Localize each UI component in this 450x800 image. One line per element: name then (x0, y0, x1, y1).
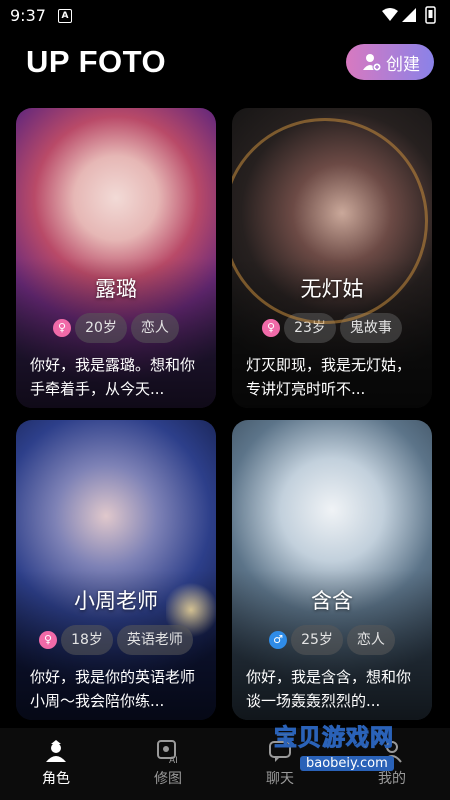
male-icon: ♂ (269, 631, 288, 649)
age-badge: 20岁 (75, 313, 127, 343)
status-time: 9:37 (10, 6, 46, 25)
character-card[interactable]: 露璐 ♀ 20岁 恋人 你好，我是露璐。想和你手牵着手，从今天... (16, 108, 216, 408)
character-icon (46, 740, 66, 762)
tab-label: 修图 (154, 771, 182, 787)
character-card[interactable]: 小周老师 ♀ 18岁 英语老师 你好，我是你的英语老师小周～我会陪你练... (16, 420, 216, 720)
watermark-url: baobeiy.com (300, 756, 394, 771)
notification-icon: A (58, 9, 72, 23)
character-card[interactable]: 含含 ♂ 25岁 恋人 你好，我是含含，想和你谈一场轰轰烈烈的... (232, 420, 432, 720)
female-icon: ♀ (39, 631, 58, 649)
character-name: 露璐 (95, 277, 137, 301)
age-badge: 18岁 (61, 625, 113, 655)
character-tags: ♂ 25岁 恋人 (232, 625, 432, 655)
tab-label: 角色 (42, 771, 70, 787)
character-name: 含含 (311, 589, 353, 613)
female-icon: ♀ (262, 319, 281, 337)
svg-text:AI: AI (169, 756, 178, 764)
tab-edit[interactable]: AI 修图 (128, 738, 208, 788)
role-badge: 鬼故事 (339, 313, 402, 343)
female-icon: ♀ (53, 319, 72, 337)
watermark-text: 宝贝游戏网 (274, 725, 394, 752)
character-name: 无灯姑 (300, 277, 364, 301)
status-bar: 9:37 A (0, 0, 450, 30)
age-badge: 23岁 (284, 313, 336, 343)
character-card[interactable]: 无灯姑 ♀ 23岁 鬼故事 灯灭即现，我是无灯姑，专讲灯亮时听不... (232, 108, 432, 408)
create-label: 创建 (386, 54, 420, 75)
create-character-icon (363, 54, 382, 72)
character-name: 小周老师 (74, 589, 158, 613)
role-badge: 恋人 (346, 625, 395, 655)
create-button[interactable]: 创建 (346, 44, 434, 80)
app-title: UP FOTO (26, 44, 167, 79)
tab-character[interactable]: 角色 (16, 738, 96, 788)
watermark: 宝贝游戏网 baobeiy.com (274, 712, 424, 788)
role-badge: 恋人 (130, 313, 179, 343)
character-tags: ♀ 18岁 英语老师 (16, 625, 216, 655)
age-badge: 25岁 (291, 625, 343, 655)
header: UP FOTO 创建 (0, 36, 450, 92)
character-intro: 你好，我是含含，想和你谈一场轰轰烈烈的... (246, 668, 412, 710)
signal-battery-icon (382, 6, 436, 24)
character-intro: 你好，我是你的英语老师小周～我会陪你练... (30, 668, 196, 710)
ai-edit-icon: AI (157, 740, 178, 764)
character-intro: 灯灭即现，我是无灯姑，专讲灯亮时听不... (246, 356, 412, 398)
character-intro: 你好，我是露璐。想和你手牵着手，从今天... (30, 356, 196, 398)
character-tags: ♀ 20岁 恋人 (16, 313, 216, 343)
role-badge: 英语老师 (116, 625, 193, 655)
character-tags: ♀ 23岁 鬼故事 (232, 313, 432, 343)
